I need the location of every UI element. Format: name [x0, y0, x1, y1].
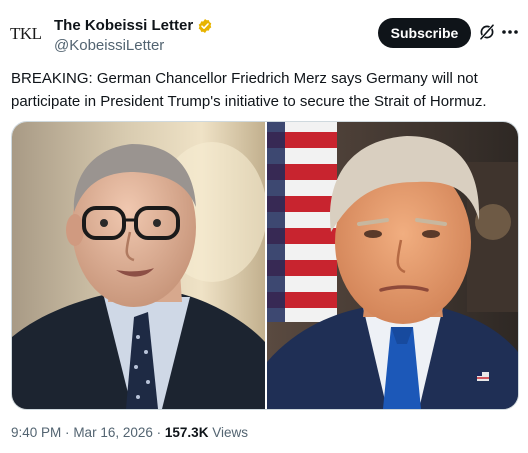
photo-trump[interactable]: [267, 122, 518, 409]
grok-icon[interactable]: [478, 23, 496, 41]
tweet-date[interactable]: Mar 16, 2026: [73, 425, 153, 440]
tweet-time[interactable]: 9:40 PM: [11, 425, 61, 440]
more-icon[interactable]: [500, 24, 520, 40]
avatar[interactable]: TKL: [10, 22, 46, 46]
meta-separator: ·: [156, 425, 162, 440]
views-label: Views: [212, 425, 248, 440]
subscribe-button[interactable]: Subscribe: [378, 18, 471, 48]
display-name[interactable]: The Kobeissi Letter: [54, 16, 193, 35]
author-name-row[interactable]: The Kobeissi Letter: [54, 16, 213, 35]
meta-separator: ·: [65, 425, 70, 440]
author-block: The Kobeissi Letter @KobeissiLetter: [54, 16, 213, 55]
verified-badge-icon: [198, 18, 212, 33]
views-count[interactable]: 157.3K: [165, 425, 209, 440]
photo-merz[interactable]: [12, 122, 265, 409]
tweet-text: BREAKING: German Chancellor Friedrich Me…: [11, 70, 487, 110]
tweet-header: TKL The Kobeissi Letter @KobeissiLetter …: [0, 0, 528, 60]
handle[interactable]: @KobeissiLetter: [54, 36, 213, 55]
media-grid: [11, 121, 519, 410]
tweet-meta: 9:40 PM · Mar 16, 2026 · 157.3K Views: [11, 424, 248, 442]
